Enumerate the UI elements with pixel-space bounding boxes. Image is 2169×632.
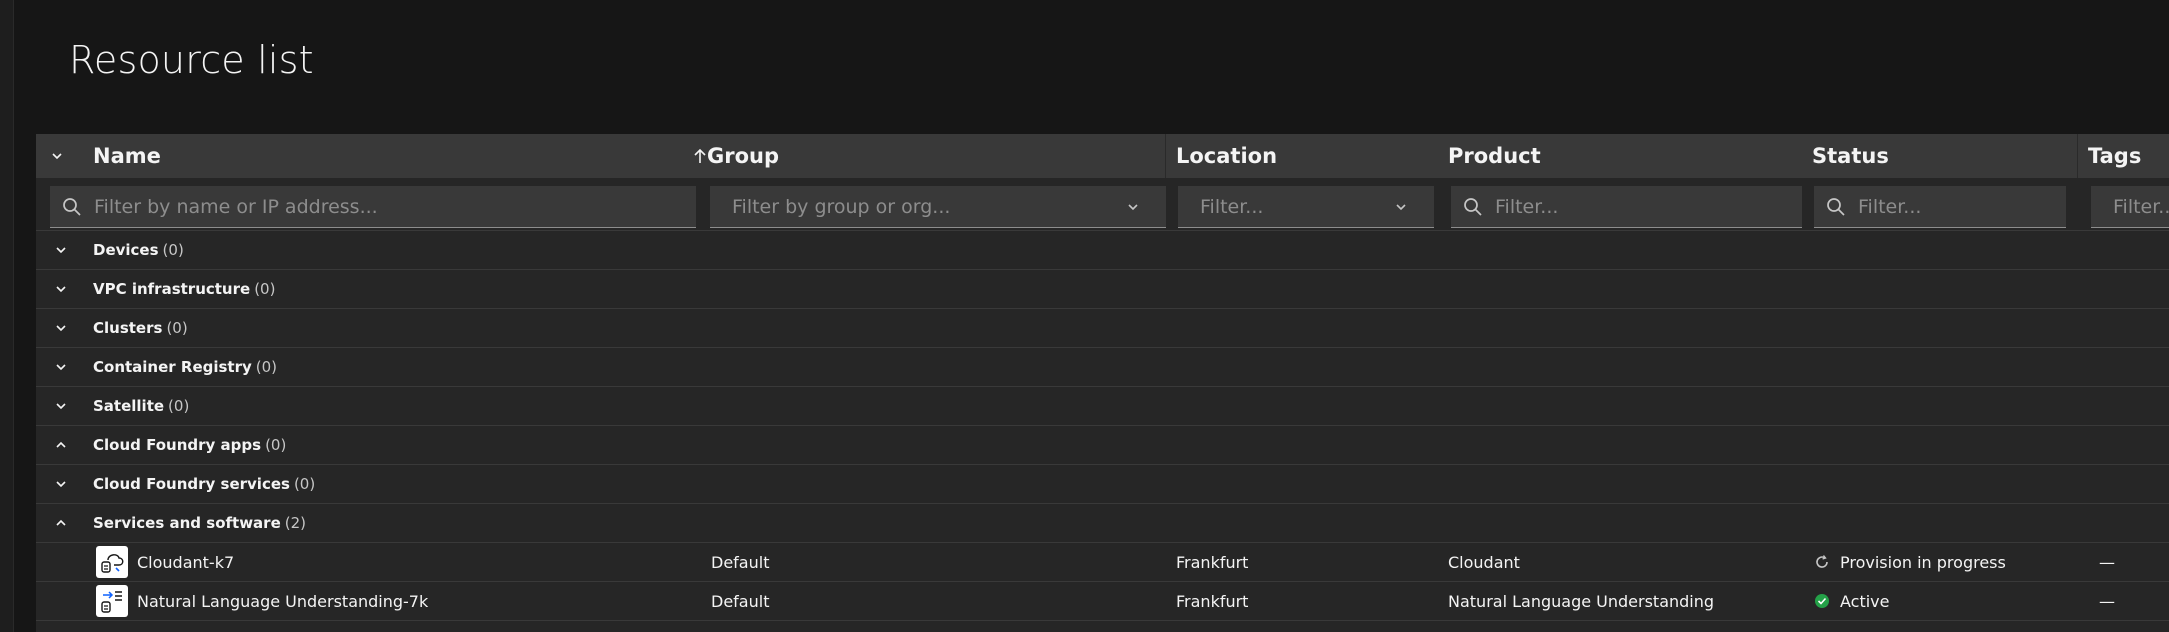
chevron-up-icon[interactable] bbox=[54, 438, 68, 452]
product-filter-input[interactable]: Filter... bbox=[1451, 186, 1802, 228]
group-row-cloud-foundry-services[interactable]: Cloud Foundry services (0) bbox=[36, 465, 2169, 504]
table-header: Name Group Location Product Status Tags bbox=[36, 134, 2169, 178]
natural-language-understanding-service-icon bbox=[96, 585, 128, 617]
group-row-satellite[interactable]: Satellite (0) bbox=[36, 387, 2169, 426]
expand-all-button[interactable] bbox=[50, 134, 74, 178]
group-label: Container Registry (0) bbox=[93, 358, 278, 376]
group-label: Cloud Foundry services (0) bbox=[93, 475, 316, 493]
group-count: (0) bbox=[162, 241, 184, 259]
resource-status-label: Active bbox=[1840, 591, 1890, 611]
page-title: Resource list bbox=[69, 38, 314, 82]
column-header-status-label: Status bbox=[1812, 144, 1889, 168]
chevron-down-icon bbox=[52, 153, 62, 160]
group-row-cloud-foundry-apps[interactable]: Cloud Foundry apps (0) bbox=[36, 426, 2169, 465]
table-row[interactable]: Cloudant-k7 Default Frankfurt Cloudant P… bbox=[36, 543, 2169, 582]
status-filter-input[interactable]: Filter... bbox=[1814, 186, 2066, 228]
column-header-location[interactable]: Location bbox=[1176, 134, 1436, 178]
group-filter-dropdown[interactable]: Filter by group or org... bbox=[710, 186, 1166, 228]
resource-table: Name Group Location Product Status Tags … bbox=[36, 134, 2169, 632]
group-row-clusters[interactable]: Clusters (0) bbox=[36, 309, 2169, 348]
group-count: (0) bbox=[254, 280, 276, 298]
group-label: Satellite (0) bbox=[93, 397, 190, 415]
name-filter-input[interactable]: Filter by name or IP address... bbox=[50, 186, 696, 228]
search-icon bbox=[1827, 197, 1845, 216]
tags-filter-dropdown[interactable]: Filter... bbox=[2091, 186, 2169, 228]
resource-tags: — bbox=[2099, 552, 2115, 572]
group-row-container-registry[interactable]: Container Registry (0) bbox=[36, 348, 2169, 387]
group-label: Clusters (0) bbox=[93, 319, 188, 337]
resource-location: Frankfurt bbox=[1176, 591, 1249, 611]
location-filter-dropdown[interactable]: Filter... bbox=[1178, 186, 1434, 228]
group-count: (2) bbox=[284, 514, 306, 532]
sort-ascending-icon[interactable] bbox=[693, 147, 707, 165]
filter-row: Filter by name or IP address... Filter b… bbox=[36, 180, 2169, 231]
column-header-status[interactable]: Status bbox=[1812, 134, 2072, 178]
chevron-down-icon bbox=[1128, 203, 1138, 210]
chevron-down-icon[interactable] bbox=[54, 360, 68, 374]
status-filter-placeholder: Filter... bbox=[1858, 195, 1922, 218]
column-header-product-label: Product bbox=[1448, 144, 1541, 168]
group-count: (0) bbox=[265, 436, 287, 454]
column-divider bbox=[2077, 134, 2078, 178]
resource-tags: — bbox=[2099, 591, 2115, 611]
resource-name-link[interactable]: Cloudant-k7 bbox=[137, 553, 234, 572]
resource-group: Default bbox=[711, 591, 770, 611]
group-count: (0) bbox=[255, 358, 278, 376]
resource-status: Active bbox=[1814, 592, 1890, 611]
group-filter-placeholder: Filter by group or org... bbox=[732, 195, 951, 218]
group-label: VPC infrastructure (0) bbox=[93, 280, 276, 298]
group-label: Devices (0) bbox=[93, 241, 184, 259]
chevron-down-icon[interactable] bbox=[54, 243, 68, 257]
column-divider bbox=[1165, 134, 1166, 178]
resource-group: Default bbox=[711, 552, 770, 572]
group-label: Services and software (2) bbox=[93, 514, 306, 532]
group-count: (0) bbox=[293, 475, 316, 493]
group-row-services-and-software[interactable]: Services and software (2) bbox=[36, 504, 2169, 543]
chevron-down-icon bbox=[1396, 203, 1406, 210]
column-header-group[interactable]: Group bbox=[707, 134, 1177, 178]
column-header-name-label: Name bbox=[93, 144, 161, 168]
column-header-tags[interactable]: Tags bbox=[2088, 134, 2169, 178]
location-filter-placeholder: Filter... bbox=[1200, 195, 1264, 218]
name-filter-placeholder: Filter by name or IP address... bbox=[94, 195, 378, 218]
table-row[interactable]: Natural Language Understanding-7k Defaul… bbox=[36, 582, 2169, 621]
column-header-group-label: Group bbox=[707, 144, 780, 168]
chevron-down-icon[interactable] bbox=[54, 321, 68, 335]
column-header-name[interactable]: Name bbox=[93, 134, 713, 178]
chevron-up-icon[interactable] bbox=[54, 516, 68, 530]
resource-location: Frankfurt bbox=[1176, 552, 1249, 572]
search-icon bbox=[1464, 197, 1482, 216]
tags-filter-placeholder: Filter... bbox=[2113, 195, 2169, 218]
chevron-down-icon[interactable] bbox=[54, 282, 68, 296]
check-circle-icon bbox=[1815, 594, 1829, 608]
product-filter-placeholder: Filter... bbox=[1495, 195, 1559, 218]
resource-status: Provision in progress bbox=[1814, 553, 2006, 572]
resource-product: Natural Language Understanding bbox=[1448, 591, 1715, 611]
resource-product: Cloudant bbox=[1448, 552, 1520, 572]
group-label: Cloud Foundry apps (0) bbox=[93, 436, 287, 454]
resource-name-link[interactable]: Natural Language Understanding-7k bbox=[137, 592, 428, 611]
resource-status-label: Provision in progress bbox=[1840, 552, 2006, 572]
group-count: (0) bbox=[168, 397, 190, 415]
progress-icon bbox=[1816, 555, 1828, 568]
search-icon bbox=[63, 197, 81, 216]
column-header-tags-label: Tags bbox=[2088, 144, 2142, 168]
chevron-down-icon[interactable] bbox=[54, 477, 68, 491]
cloudant-service-icon bbox=[96, 546, 128, 578]
group-row-vpc-infrastructure[interactable]: VPC infrastructure (0) bbox=[36, 270, 2169, 309]
group-count: (0) bbox=[166, 319, 188, 337]
group-row-devices[interactable]: Devices (0) bbox=[36, 231, 2169, 270]
left-rail bbox=[0, 0, 14, 632]
column-header-location-label: Location bbox=[1176, 144, 1278, 168]
column-header-product[interactable]: Product bbox=[1448, 134, 1798, 178]
chevron-down-icon[interactable] bbox=[54, 399, 68, 413]
